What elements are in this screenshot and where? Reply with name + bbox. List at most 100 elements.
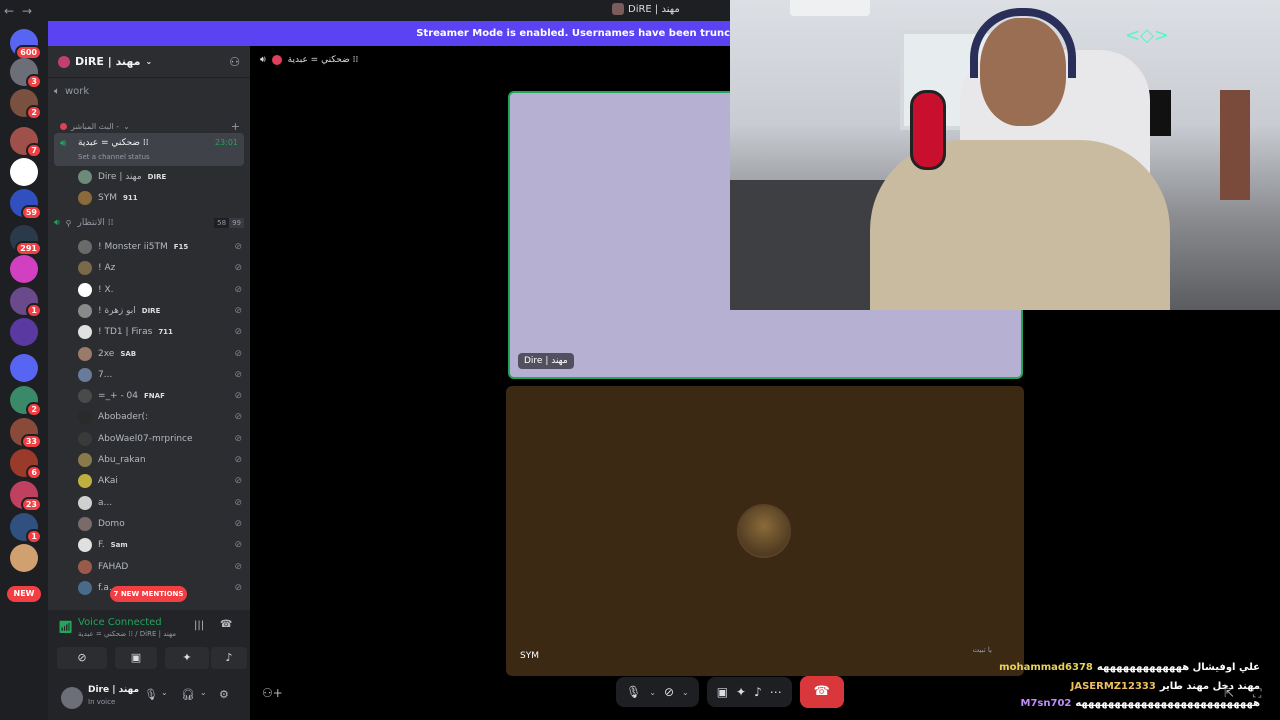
voice-member[interactable]: ! ابو زهرة DIRE ⊘ <box>78 301 242 321</box>
guild-icon[interactable]: 2 <box>10 89 42 120</box>
guild-icon[interactable]: 23 <box>10 481 42 512</box>
channel-name: الانتظار ⁞⁞ <box>77 218 114 228</box>
screen-share-icon[interactable]: ▣ <box>717 685 728 699</box>
new-mentions-button[interactable]: 7 NEW MENTIONS <box>110 586 187 602</box>
deafened-icon: ⊘ <box>234 582 242 593</box>
avatar[interactable] <box>61 687 83 709</box>
guild-icon[interactable]: 1 <box>10 287 42 318</box>
active-voice-channel[interactable]: 🔊︎ ضحكني = عبدية ⁞⁞ 23:01 Set a channel … <box>54 133 244 166</box>
deafened-icon: ⊘ <box>234 369 242 380</box>
voice-channel-path[interactable]: ضحكني = عبدية ⁞⁞ / DiRE | مهند <box>78 630 176 638</box>
channel-work[interactable]: 🔈︎ work <box>54 86 244 97</box>
voice-member[interactable]: ! X. ⊘ <box>78 280 242 300</box>
screen-share-button[interactable]: ▣ <box>115 647 157 669</box>
guild-icon[interactable]: 33 <box>10 418 42 449</box>
voice-member[interactable]: Abobader(: ⊘ <box>78 407 242 427</box>
server-header[interactable]: DiRE | مهند ⌄ ⚇ <box>48 46 250 78</box>
user-count: 58 99 <box>214 218 244 228</box>
voice-member[interactable]: Domo ⊘ <box>78 514 242 534</box>
channel-waiting[interactable]: 🔊︎ ⚲ الانتظار ⁞⁞ 58 99 <box>54 218 244 228</box>
deafened-icon: ⊘ <box>234 455 242 465</box>
speaker-icon: 🔊︎ <box>260 55 266 65</box>
participant-tile-sym[interactable]: SYM <box>506 386 1024 676</box>
member-tag: SAB <box>120 349 137 358</box>
guild-icon[interactable] <box>10 544 38 572</box>
microphone-icon[interactable]: 🎙︎ <box>626 685 641 699</box>
camera-off-button[interactable]: ⊘ <box>57 647 107 669</box>
voice-connected-label[interactable]: Voice Connected <box>78 617 162 628</box>
gear-icon[interactable]: ⚙ <box>219 688 229 701</box>
deafened-icon: ⊘ <box>234 263 242 274</box>
voice-member[interactable]: F. Sam ⊘ <box>78 535 242 555</box>
soundboard-icon[interactable]: ♪ <box>754 685 762 699</box>
category-live[interactable]: البث المباشر - ⌄ + <box>60 120 240 133</box>
chevron-down-icon[interactable]: ⌄ <box>682 688 689 697</box>
user-name[interactable]: Dire | مهند <box>88 685 139 695</box>
window-title-text: DiRE | مهند <box>628 3 680 15</box>
guild-icon[interactable]: 600 <box>10 29 42 60</box>
voice-member[interactable]: ! Monster ii5TM F15 ⊘ <box>78 237 242 257</box>
invite-people-icon[interactable]: ⚇ <box>229 55 240 69</box>
avatar <box>78 325 92 340</box>
guild-icon[interactable]: 291 <box>10 225 42 256</box>
deafened-icon: ⊘ <box>234 433 242 444</box>
guild-icon[interactable]: 6 <box>10 449 42 480</box>
participant-name: SYM <box>520 651 539 661</box>
guild-icon[interactable] <box>10 158 38 186</box>
voice-member[interactable]: 2xe SAB ⊘ <box>78 344 242 364</box>
channel-name: work <box>65 86 90 97</box>
deafened-icon: ⊘ <box>234 518 242 529</box>
voice-member[interactable]: 7... ⊘ <box>78 365 242 385</box>
back-arrow-icon[interactable]: ← <box>0 4 18 18</box>
guild-icon[interactable]: 1 <box>10 513 42 544</box>
activities-icon[interactable]: ✦ <box>736 685 746 699</box>
voice-member[interactable]: AboWael07-mrprince ⊘ <box>78 429 242 449</box>
add-person-icon[interactable]: ⚇+ <box>262 686 283 700</box>
voice-member[interactable]: FAHAD ⊘ <box>78 557 242 577</box>
add-channel-icon[interactable]: + <box>231 120 240 133</box>
forward-arrow-icon[interactable]: → <box>18 4 36 18</box>
set-channel-status[interactable]: Set a channel status <box>78 153 150 161</box>
guild-icon[interactable]: 7 <box>10 127 42 158</box>
guild-icon[interactable] <box>10 318 38 346</box>
disconnect-button[interactable]: ☎ <box>799 676 844 708</box>
deafened-icon: ⊘ <box>234 305 242 316</box>
unread-badge: 2 <box>26 402 42 417</box>
guild-icon[interactable] <box>10 354 38 382</box>
unread-badge: 291 <box>15 241 42 256</box>
soundboard-button[interactable]: ♪ <box>211 647 247 669</box>
voice-member[interactable]: Abu_rakan ⊘ <box>78 450 242 470</box>
new-unreads-button[interactable]: NEW <box>7 586 41 602</box>
chevron-down-icon: ⌄ <box>123 122 130 131</box>
guild-icon[interactable] <box>10 255 38 283</box>
voice-member[interactable]: ! Az ⊘ <box>78 258 242 278</box>
noise-suppression-icon[interactable]: ||| <box>194 620 204 631</box>
channel-icon <box>271 55 282 65</box>
chevron-down-icon[interactable]: ⌄ <box>200 688 207 697</box>
microphone-icon[interactable]: 🎙︎ <box>144 688 158 701</box>
voice-member[interactable]: AKai ⊘ <box>78 471 242 491</box>
unread-badge: 1 <box>26 529 42 544</box>
headphones-icon[interactable]: 🎧︎ <box>181 688 195 701</box>
chevron-down-icon[interactable]: ⌄ <box>649 688 656 697</box>
voice-member[interactable]: =_+ - 04 FNAF ⊘ <box>78 386 242 406</box>
camera-off-icon[interactable]: ⊘ <box>664 685 674 699</box>
more-options-icon[interactable]: ⋯ <box>770 685 782 699</box>
member-name: AboWael07-mrprince <box>98 433 193 444</box>
disconnect-icon[interactable]: ☎ <box>220 619 232 630</box>
avatar <box>78 516 92 531</box>
stage-channel-name: ضحكني = عبدية ⁞⁞ <box>287 55 359 65</box>
guild-icon[interactable]: 59 <box>10 189 42 220</box>
voice-member[interactable]: SYM 911 <box>78 188 242 208</box>
voice-member[interactable]: a... ⊘ <box>78 493 242 513</box>
guild-icon[interactable]: 3 <box>10 58 42 89</box>
chevron-down-icon[interactable]: ⌄ <box>161 688 168 697</box>
activities-button[interactable]: ✦ <box>165 647 209 669</box>
user-count-limit: 99 <box>229 218 244 228</box>
member-name: FAHAD <box>98 561 129 572</box>
user-count-current: 58 <box>214 218 230 228</box>
avatar <box>78 538 92 553</box>
voice-member[interactable]: Dire | مهند DIRE <box>78 167 242 187</box>
voice-member[interactable]: ! TD1 | Firas 711 ⊘ <box>78 322 242 342</box>
guild-icon[interactable]: 2 <box>10 386 42 417</box>
